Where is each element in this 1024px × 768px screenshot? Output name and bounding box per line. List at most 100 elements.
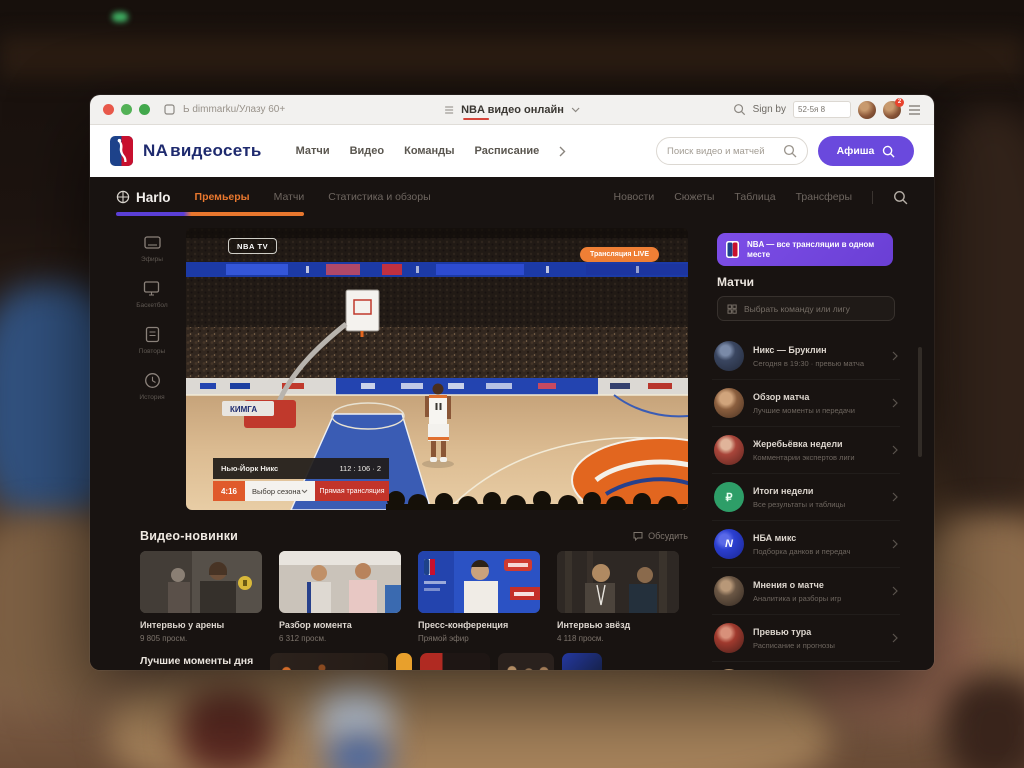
promo-banner[interactable]: NBA — все трансляции в одном месте	[717, 233, 893, 266]
traffic-lights	[103, 104, 150, 115]
score-overlay: Нью-Йорк Никс 112 : 106 · 2 4:16 Выбор с…	[213, 458, 389, 501]
site-header: NAвидеосеть Матчи Видео Команды Расписан…	[90, 125, 934, 177]
match-list-item[interactable]: Никс — Бруклин Сегодня в 19:30 · превью …	[712, 333, 900, 380]
subnav-item[interactable]: Матчи	[274, 191, 305, 203]
search-icon[interactable]	[893, 190, 908, 205]
header-search[interactable]	[656, 137, 808, 165]
match-list-item[interactable]: ₽ Итоги недели Все результаты и таблицы	[712, 474, 900, 521]
match-list-item[interactable]: Мнения о матче Аналитика и разборы игр	[712, 568, 900, 615]
video-thumbnail[interactable]	[270, 653, 388, 670]
match-list-item[interactable]: Превью тура Расписание и прогнозы	[712, 615, 900, 662]
sign-in-field[interactable]	[793, 101, 851, 118]
match-list-item[interactable]: Обзор матча Лучшие моменты и передачи	[712, 380, 900, 427]
rail-item-live[interactable]: Эфиры	[141, 233, 163, 263]
subnav-item-active[interactable]: Премьеры	[195, 191, 250, 203]
score-value: 112 : 106 · 2	[339, 464, 381, 473]
subnav-item[interactable]: Сюжеты	[674, 191, 714, 203]
left-rail: Эфиры Баскетбол Повторы История	[122, 233, 182, 401]
maximize-window-button[interactable]	[139, 104, 150, 115]
cta-button[interactable]: Афиша	[818, 136, 914, 166]
video-card[interactable]: Пресс-конференция Прямой эфир	[418, 551, 540, 643]
discuss-link[interactable]: Обсудить	[633, 531, 688, 541]
nba-logo	[726, 241, 739, 258]
rail-item-basketball[interactable]: Баскетбол	[136, 279, 167, 309]
browser-toolbar: Ь dimmarku/Улазу 60+ NBA видео онлайн Si…	[90, 95, 934, 125]
match-subtitle: Лучшие моменты и передачи	[753, 406, 883, 415]
background-blob	[928, 110, 1024, 530]
search-icon[interactable]	[733, 103, 746, 116]
chevron-right-icon	[892, 492, 898, 502]
nav-item[interactable]: Видео	[350, 145, 385, 157]
rail-item-replays[interactable]: Повторы	[139, 325, 165, 355]
video-card[interactable]: Разбор момента 6 312 просм.	[279, 551, 401, 643]
brand-name[interactable]: NAвидеосеть	[143, 141, 262, 161]
nav-item[interactable]: Команды	[404, 145, 454, 157]
chevron-right-icon	[892, 633, 898, 643]
video-thumbnail[interactable]	[140, 551, 262, 613]
sign-in-label[interactable]: Sign by	[753, 104, 786, 115]
video-thumbnail[interactable]	[418, 551, 540, 613]
chat-icon	[633, 531, 643, 541]
chevron-right-icon[interactable]	[559, 146, 566, 157]
chevron-right-icon	[892, 398, 898, 408]
live-video-player[interactable]: КИМГА	[186, 228, 688, 510]
subnav-item[interactable]: Статистика и обзоры	[328, 191, 430, 203]
nba-logo[interactable]	[110, 136, 133, 166]
menu-icon[interactable]	[908, 105, 921, 115]
video-thumbnail[interactable]	[396, 653, 412, 670]
search-icon	[882, 145, 895, 158]
match-list-item[interactable]: N НБА микс Подборка данков и передач	[712, 521, 900, 568]
chevron-right-icon	[892, 586, 898, 596]
team-filter[interactable]: Выбрать команду или лигу	[717, 296, 895, 321]
promo-banner-text: NBA — все трансляции в одном месте	[747, 240, 884, 258]
close-window-button[interactable]	[103, 104, 114, 115]
match-subtitle: Комментарии экспертов лиги	[753, 453, 883, 462]
url-text[interactable]: Ь dimmarku/Улазу 60+	[183, 104, 285, 115]
search-input[interactable]	[667, 146, 777, 157]
minimize-window-button[interactable]	[121, 104, 132, 115]
subnav-item[interactable]: Новости	[614, 191, 655, 203]
video-card[interactable]: Интервью звёзд 4 118 просм.	[557, 551, 679, 643]
video-thumbnail[interactable]	[562, 653, 602, 670]
chevron-down-icon	[301, 489, 308, 494]
subnav-item[interactable]: Трансферы	[796, 191, 852, 203]
score-ticker: 4:16 Выбор сезона Прямая трансляция	[213, 481, 389, 501]
live-button[interactable]: Трансляция LIVE	[580, 247, 659, 262]
chevron-down-icon[interactable]	[571, 107, 580, 113]
video-thumbnail[interactable]	[498, 653, 554, 670]
score-bar: Нью-Йорк Никс 112 : 106 · 2	[213, 458, 389, 479]
video-title[interactable]: Интервью звёзд	[557, 620, 679, 630]
video-thumbnail[interactable]	[557, 551, 679, 613]
video-thumbnail[interactable]	[279, 551, 401, 613]
match-title: Превью тура	[753, 627, 883, 637]
rail-item-history[interactable]: История	[139, 371, 164, 401]
video-views: 9 805 просм.	[140, 634, 262, 643]
match-title: Никс — Бруклин	[753, 345, 883, 355]
video-views: Прямой эфир	[418, 634, 540, 643]
match-subtitle: Подборка данков и передач	[753, 547, 883, 556]
search-icon[interactable]	[783, 144, 797, 158]
match-list: Никс — Бруклин Сегодня в 19:30 · превью …	[712, 333, 900, 670]
live-label: Прямая трансляция	[315, 481, 389, 501]
extension-icon[interactable]	[164, 104, 175, 115]
video-card[interactable]: Интервью у арены 9 805 просм.	[140, 551, 262, 643]
match-list-item[interactable]: Жеребьёвка недели Комментарии экспертов …	[712, 427, 900, 474]
match-title: НБА микс	[753, 533, 883, 543]
video-title[interactable]: Интервью у арены	[140, 620, 262, 630]
subnav-item[interactable]: Таблица	[734, 191, 775, 203]
scrollbar[interactable]	[918, 347, 922, 457]
avatar[interactable]	[858, 101, 876, 119]
subnav-home[interactable]: Harlo	[116, 190, 171, 205]
video-title[interactable]: Разбор момента	[279, 620, 401, 630]
avatar[interactable]: 2	[883, 101, 901, 119]
match-avatar: ₽	[714, 482, 744, 512]
active-tab[interactable]: NBA видео онлайн	[444, 95, 580, 125]
list-icon	[143, 325, 162, 344]
season-selector[interactable]: Выбор сезона	[245, 481, 315, 501]
match-avatar	[714, 623, 744, 653]
nav-item[interactable]: Матчи	[296, 145, 330, 157]
match-list-item[interactable]	[712, 662, 900, 670]
video-title[interactable]: Пресс-конференция	[418, 620, 540, 630]
nav-item[interactable]: Расписание	[475, 145, 540, 157]
video-thumbnail[interactable]	[420, 653, 490, 670]
